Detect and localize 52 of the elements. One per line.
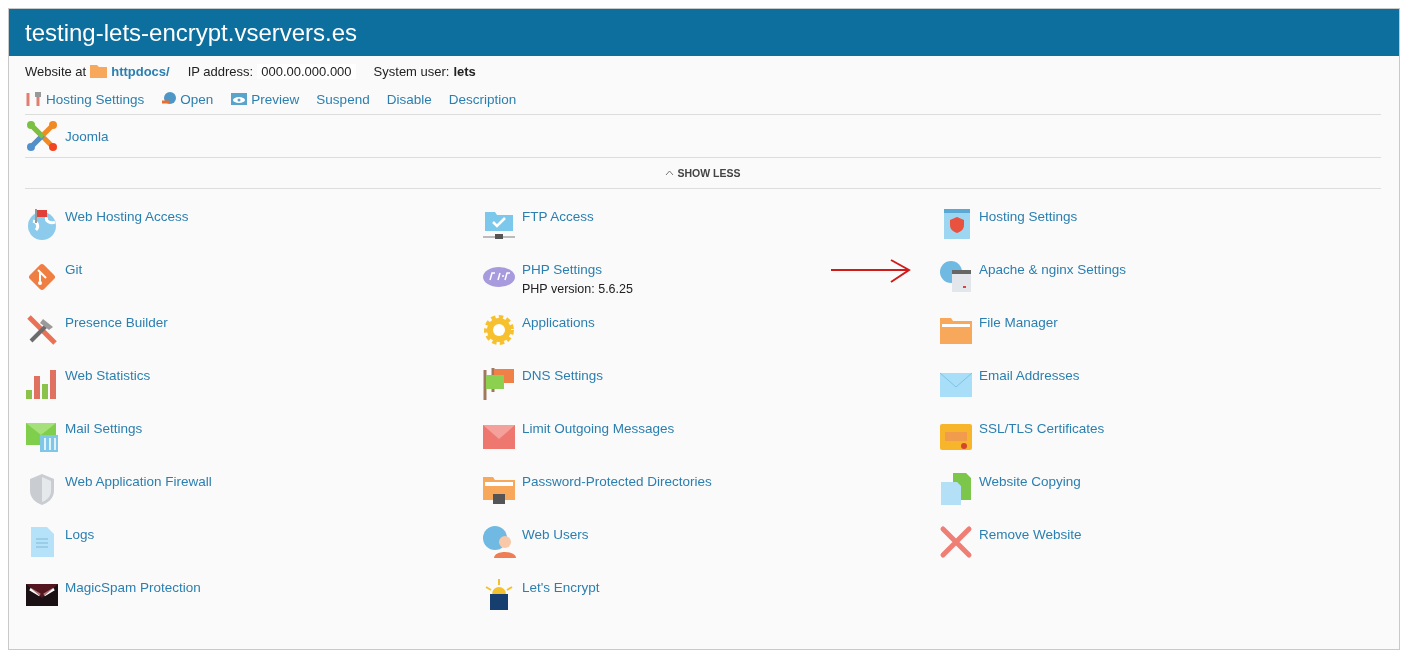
caret-up-icon: [665, 170, 675, 176]
tool-link[interactable]: Email Addresses: [979, 368, 1080, 383]
folder-icon: [90, 64, 108, 78]
globe-server-icon: [939, 260, 973, 294]
action-link[interactable]: Disable: [386, 91, 432, 107]
ip-label: IP address:: [187, 63, 254, 79]
tool-link[interactable]: FTP Access: [522, 209, 594, 224]
tool-link[interactable]: Logs: [65, 527, 95, 542]
tool-link[interactable]: MagicSpam Protection: [65, 580, 201, 595]
tool-link[interactable]: Hosting Settings: [979, 209, 1078, 224]
tool-link[interactable]: Website Copying: [979, 474, 1081, 489]
flags-icon: [482, 366, 516, 400]
tool-link[interactable]: Remove Website: [979, 527, 1082, 542]
show-less-toggle[interactable]: SHOW LESS: [665, 167, 741, 179]
action-link[interactable]: Open: [161, 91, 214, 107]
website-label: Website at: [25, 63, 87, 79]
tool-link[interactable]: PHP Settings: [522, 262, 633, 277]
gear-icon: [482, 313, 516, 347]
tool-link[interactable]: SSL/TLS Certificates: [979, 421, 1105, 436]
tool-link[interactable]: Let's Encrypt: [522, 580, 600, 595]
action-link[interactable]: Hosting Settings: [25, 91, 145, 107]
tool-link[interactable]: Applications: [522, 315, 595, 330]
tool-link[interactable]: Limit Outgoing Messages: [522, 421, 675, 436]
globe-user-icon: [482, 525, 516, 559]
tool-link[interactable]: Apache & nginx Settings: [979, 262, 1127, 277]
tool-link[interactable]: Web Hosting Access: [65, 209, 189, 224]
eye-window-icon: [230, 92, 249, 106]
tool-link[interactable]: Web Application Firewall: [65, 474, 212, 489]
cross-icon: [939, 525, 973, 559]
pencil-hammer-icon: [25, 313, 59, 347]
action-link[interactable]: Preview: [230, 91, 300, 107]
wrench-icon: [25, 91, 43, 107]
action-link[interactable]: Suspend: [316, 91, 370, 107]
tool-link[interactable]: Password-Protected Directories: [522, 474, 712, 489]
version-note: PHP version: 5.6.25: [522, 282, 633, 296]
tool-link[interactable]: Web Users: [522, 527, 589, 542]
app-link[interactable]: Joomla: [65, 128, 109, 144]
user-value: lets: [453, 63, 476, 79]
joomla-logo-icon: [25, 119, 59, 153]
tool-link[interactable]: Git: [65, 262, 83, 277]
copy-pages-icon: [939, 472, 973, 506]
path-link[interactable]: httpdocs/: [111, 63, 170, 79]
globe-flag-icon: [25, 207, 59, 241]
ip-value: 000.00.000.000: [257, 63, 356, 79]
tool-link[interactable]: DNS Settings: [522, 368, 604, 383]
page-title: testing-lets-encrypt.vservers.es: [25, 18, 358, 47]
tool-link[interactable]: File Manager: [979, 315, 1058, 330]
tool-link[interactable]: Web Statistics: [65, 368, 151, 383]
tool-link[interactable]: Mail Settings: [65, 421, 143, 436]
tool-link[interactable]: Presence Builder: [65, 315, 168, 330]
user-label: System user:: [373, 63, 450, 79]
action-link[interactable]: Description: [448, 91, 517, 107]
